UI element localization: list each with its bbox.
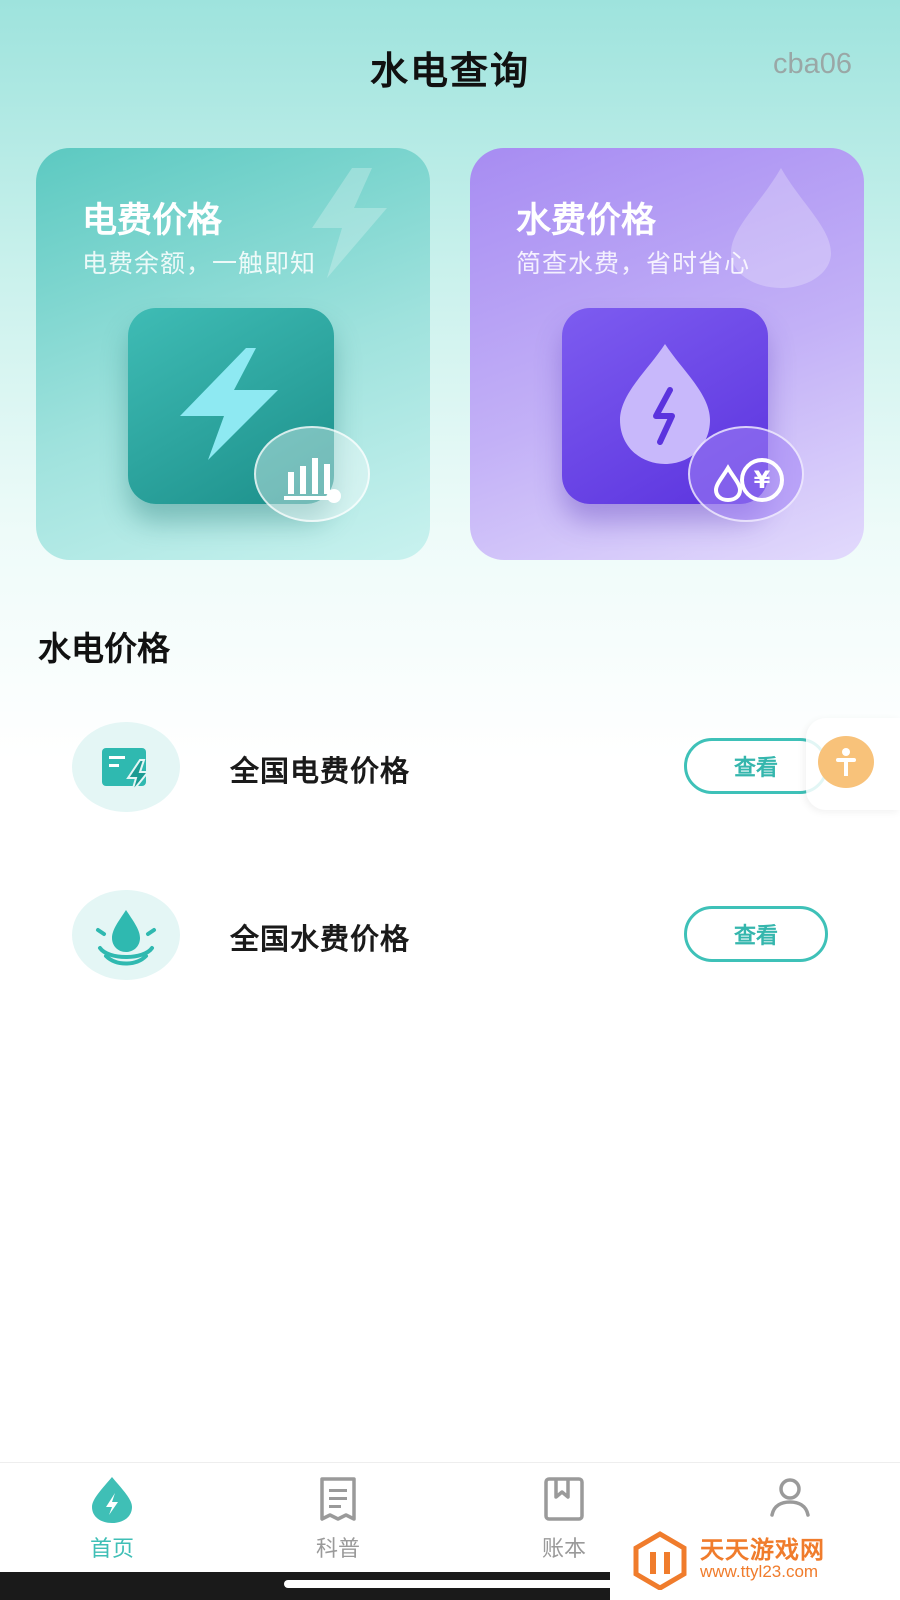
tab-label: 首页: [89, 1537, 134, 1562]
electric-bill-icon: [72, 722, 180, 812]
card-subtitle: 电费余额，一触即知: [82, 249, 317, 278]
card-title: 电费价格: [82, 201, 223, 241]
view-button[interactable]: 查看: [684, 906, 828, 962]
tab-ledger[interactable]: 账本: [504, 1463, 624, 1573]
row-label: 全国电费价格: [230, 754, 411, 788]
bar-chart-icon: [254, 426, 370, 522]
system-bar: [0, 1572, 620, 1600]
list-item[interactable]: 全国水费价格 查看: [0, 890, 900, 990]
site-logo-icon: [633, 1531, 687, 1590]
bookmark-book-icon: [544, 1477, 584, 1521]
electricity-price-card[interactable]: 电费价格 电费余额，一触即知: [36, 148, 430, 560]
tab-home[interactable]: 首页: [52, 1463, 172, 1573]
tab-label: 账本: [541, 1537, 586, 1562]
home-drop-icon: [92, 1477, 132, 1523]
card-subtitle: 简查水费，省时省心: [516, 249, 751, 278]
tab-science[interactable]: 科普: [278, 1463, 398, 1573]
list-item[interactable]: 全国电费价格 查看: [0, 722, 900, 822]
yen-drop-icon: ¥: [688, 426, 804, 522]
water-price-card[interactable]: 水费价格 简查水费，省时省心 ¥: [470, 148, 864, 560]
document-icon: [320, 1477, 356, 1521]
accessibility-icon: [818, 736, 874, 788]
tab-label: 科普: [315, 1537, 360, 1562]
accessibility-float-button[interactable]: [806, 718, 900, 810]
card-title: 水费价格: [516, 201, 657, 241]
section-title: 水电价格: [38, 629, 170, 668]
row-label: 全国水费价格: [230, 922, 411, 956]
watermark-url: www.ttyl23.com: [700, 1562, 819, 1581]
top-bar: 水电查询 cba06: [0, 30, 900, 100]
page-title: 水电查询: [369, 49, 530, 93]
svg-text:¥: ¥: [754, 466, 771, 494]
watermark-title: 天天游戏网: [700, 1536, 825, 1564]
water-ripple-icon: [72, 890, 180, 980]
user-id-label[interactable]: cba06: [773, 48, 852, 81]
home-indicator[interactable]: [284, 1580, 620, 1588]
user-icon: [770, 1478, 810, 1517]
watermark: 天天游戏网 www.ttyl23.com: [610, 1518, 900, 1600]
